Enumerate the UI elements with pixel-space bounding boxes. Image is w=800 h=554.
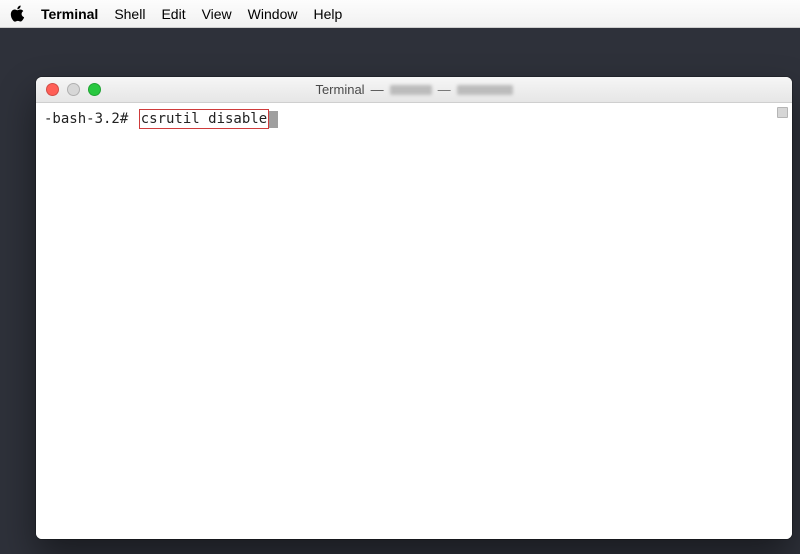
terminal-command-highlight: csrutil disable bbox=[139, 109, 269, 129]
maximize-icon[interactable] bbox=[88, 83, 101, 96]
apple-icon[interactable] bbox=[10, 5, 25, 22]
close-icon[interactable] bbox=[46, 83, 59, 96]
title-separator: — bbox=[371, 82, 384, 97]
terminal-cursor bbox=[269, 111, 278, 128]
title-prefix: Terminal bbox=[315, 82, 364, 97]
menubar: Terminal Shell Edit View Window Help bbox=[0, 0, 800, 28]
window-title: Terminal — — bbox=[36, 82, 792, 97]
minimize-icon[interactable] bbox=[67, 83, 80, 96]
menu-app-name[interactable]: Terminal bbox=[41, 6, 98, 22]
title-dash: — bbox=[438, 82, 451, 97]
terminal-body[interactable]: -bash-3.2# csrutil disable bbox=[36, 103, 792, 539]
desktop: Terminal — — -bash-3.2# csrutil disable bbox=[0, 28, 800, 554]
scrollbar-indicator[interactable] bbox=[777, 107, 788, 118]
menu-help[interactable]: Help bbox=[313, 6, 342, 22]
terminal-prompt: -bash-3.2# bbox=[44, 110, 137, 128]
menu-edit[interactable]: Edit bbox=[161, 6, 185, 22]
title-obscured-a bbox=[390, 85, 432, 95]
traffic-lights bbox=[36, 83, 101, 96]
terminal-line: -bash-3.2# csrutil disable bbox=[44, 109, 784, 129]
terminal-command: csrutil disable bbox=[141, 111, 267, 127]
menu-window[interactable]: Window bbox=[248, 6, 298, 22]
terminal-window: Terminal — — -bash-3.2# csrutil disable bbox=[36, 77, 792, 539]
menu-view[interactable]: View bbox=[202, 6, 232, 22]
title-obscured-b bbox=[457, 85, 513, 95]
menu-shell[interactable]: Shell bbox=[114, 6, 145, 22]
titlebar[interactable]: Terminal — — bbox=[36, 77, 792, 103]
